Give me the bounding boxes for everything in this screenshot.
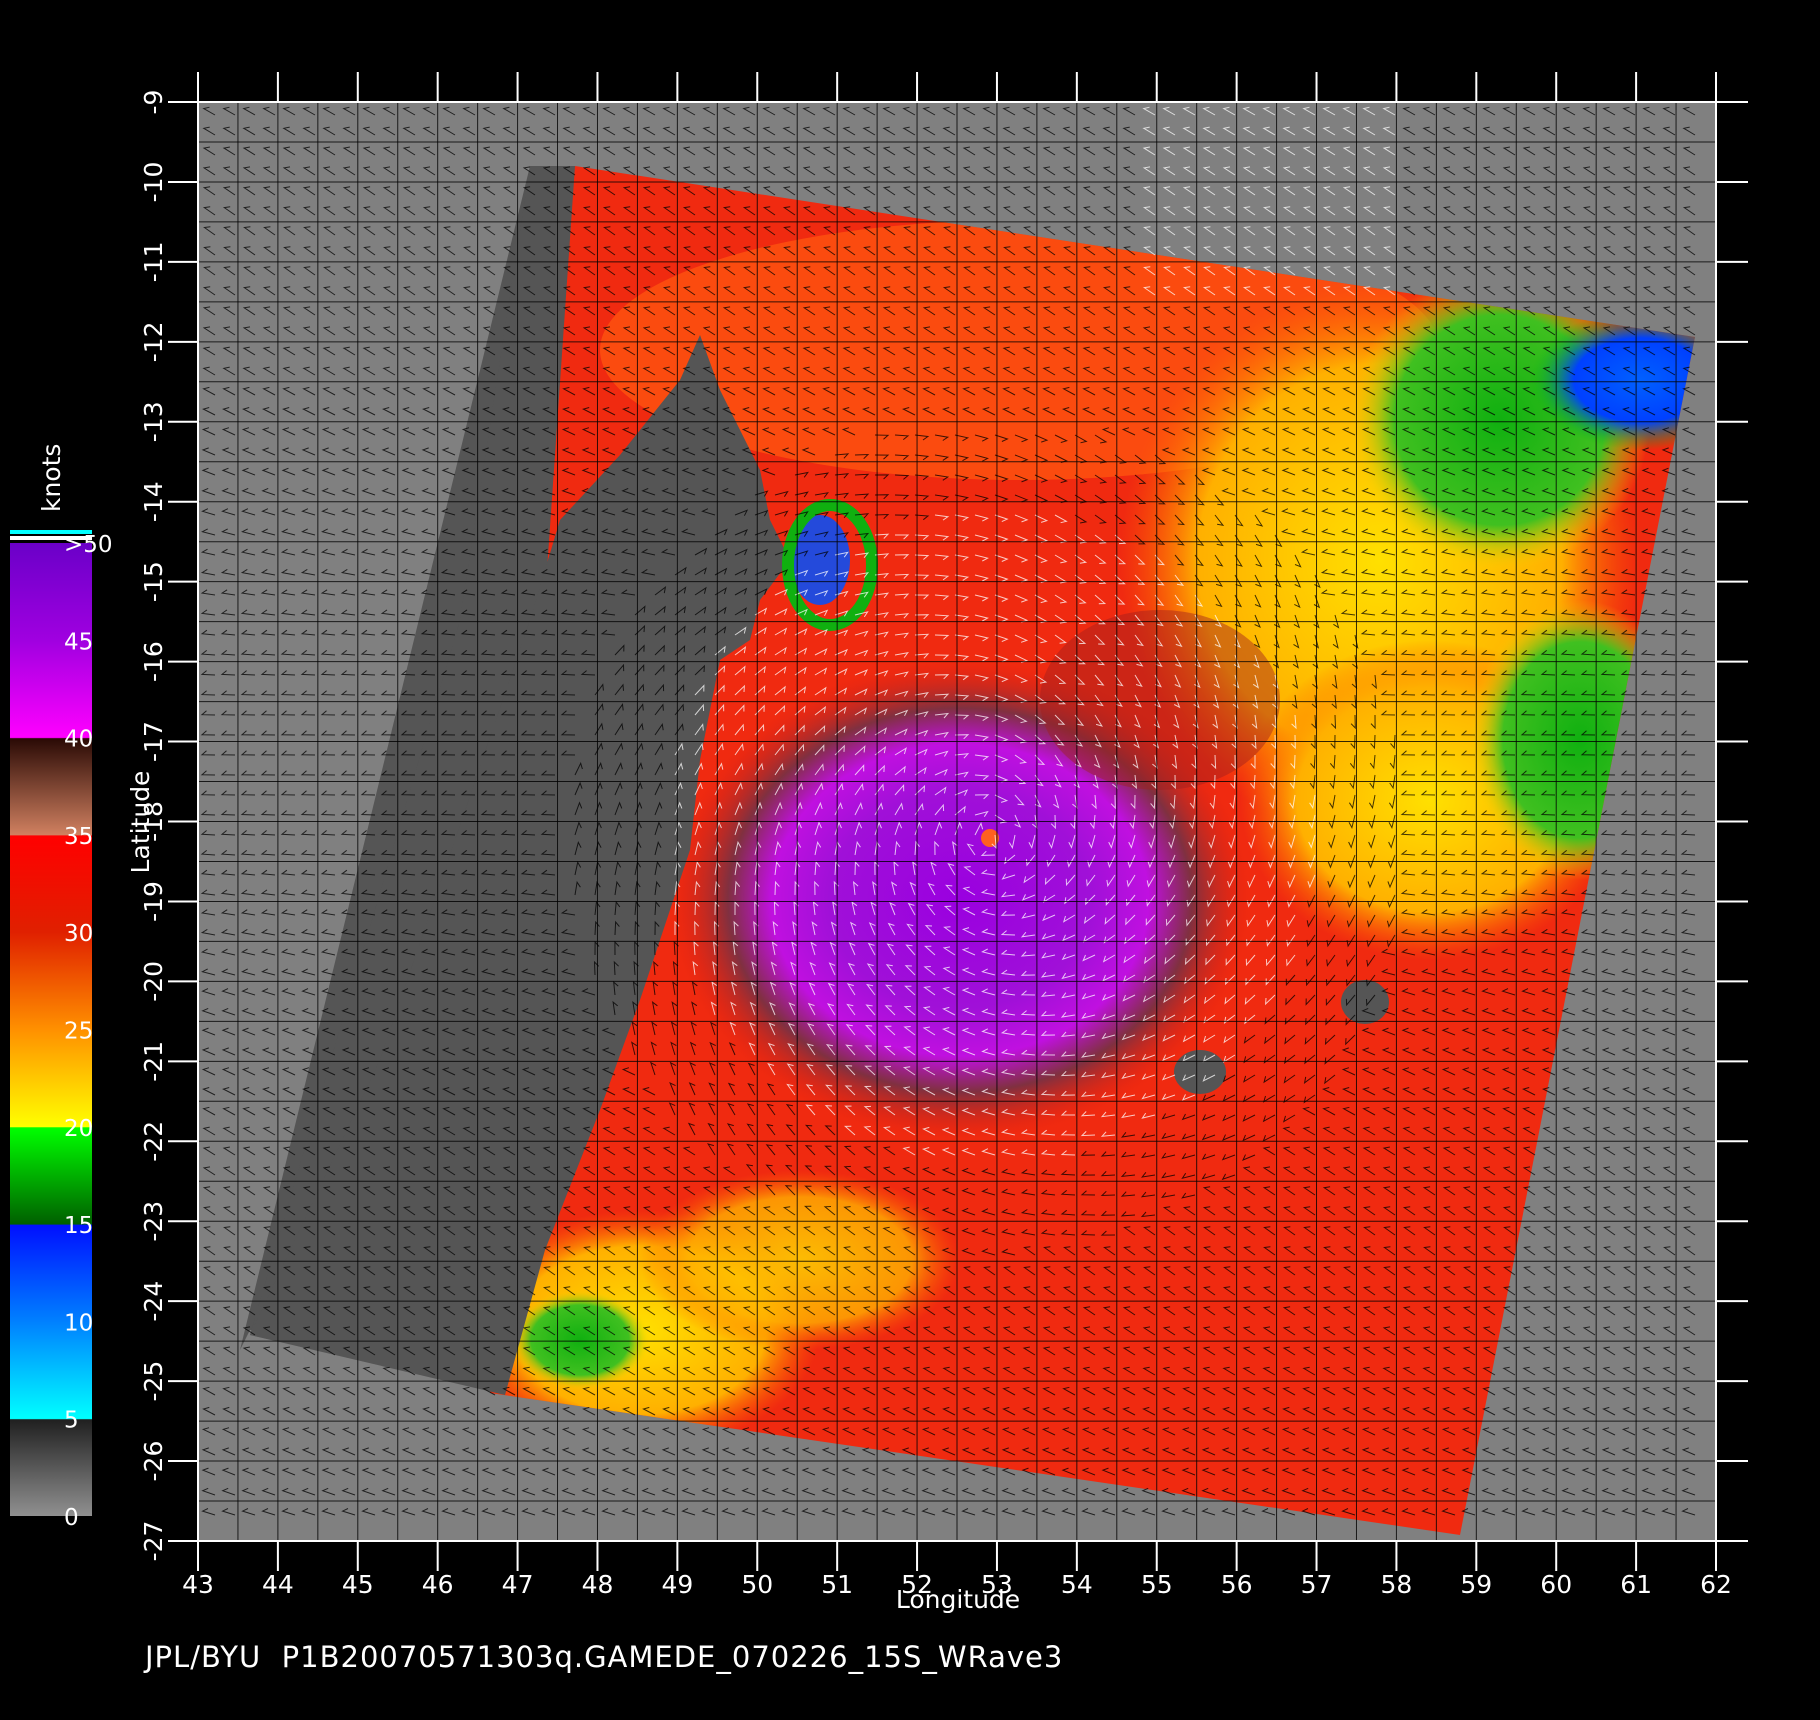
wind-map-figure: 43 44 45 46 47 48 49 50 51 52 53 54 55 56 57 58 59 60 61 62…	[10, 72, 1748, 1614]
island-mauritius	[1341, 980, 1389, 1024]
island-reunion	[1174, 1050, 1226, 1094]
